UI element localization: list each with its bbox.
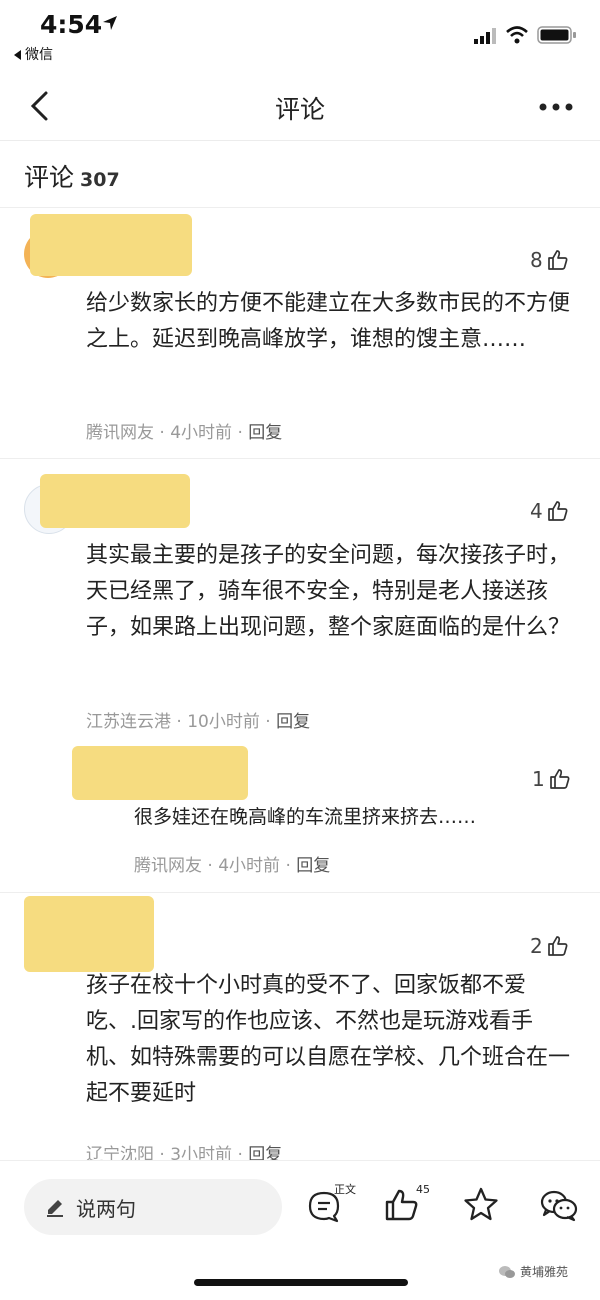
article-label: 正文 [334, 1183, 356, 1196]
reply-location: 腾讯网友 [134, 856, 202, 876]
comment-input[interactable]: 说两句 [24, 1179, 282, 1235]
thumbs-up-icon [547, 250, 568, 270]
signal-icon [474, 28, 496, 44]
like-count: 8 [530, 248, 543, 272]
more-icon[interactable] [538, 102, 574, 112]
comment-text: 孩子在校十个小时真的受不了、回家饭都不爱吃、.回家写的作也应该、不然也是玩游戏看… [86, 973, 571, 1106]
page-title: 评论 [274, 95, 325, 124]
comment-time: 10小时前 [187, 712, 260, 732]
reply-text: 很多娃还在晚高峰的车流里挤来挤去…… [134, 806, 477, 828]
divider [0, 458, 600, 459]
share-icon[interactable] [534, 1179, 584, 1229]
reply-button[interactable]: 回复 [248, 423, 282, 443]
reply-meta: 腾讯网友 · 4小时前 · 回复 [134, 851, 330, 876]
comment-time: 4小时前 [170, 423, 233, 443]
like-button[interactable]: 4 [530, 496, 570, 526]
comment-meta: 腾讯网友 · 4小时前 · 回复 [86, 418, 282, 443]
comment-text: 其实最主要的是孩子的安全问题，每次接孩子时，天已经黑了，骑车很不安全，特别是老人… [86, 543, 571, 640]
back-to-app[interactable]: 微信 [14, 44, 53, 64]
bottom-toolbar: 说两句 正文 45 黄埔雅苑 [0, 1160, 600, 1300]
meta-separator: · [202, 856, 219, 876]
reply-time: 4小时前 [218, 856, 281, 876]
location-arrow-icon [103, 16, 117, 30]
divider [0, 892, 600, 893]
comment-text: 给少数家长的方便不能建立在大多数市民的不方便之上。延迟到晚高峰放学，谁想的馊主意… [86, 291, 571, 352]
like-count: 2 [530, 934, 543, 958]
watermark: 黄埔雅苑 [498, 1263, 568, 1280]
redacted-username [72, 746, 248, 800]
comments-header: 评论 307 [24, 158, 120, 192]
reply-button[interactable]: 回复 [296, 856, 330, 876]
status-bar: 4:54 微信 [0, 0, 600, 70]
battery-icon [537, 26, 576, 44]
divider [0, 207, 600, 208]
pen-icon [47, 1200, 63, 1217]
star-icon[interactable] [456, 1179, 506, 1229]
comment-input-label: 说两句 [76, 1197, 136, 1221]
redacted-username [24, 896, 154, 972]
meta-separator: · [154, 423, 171, 443]
home-indicator[interactable] [194, 1279, 408, 1286]
clock: 4:54 [40, 10, 103, 39]
reply-button[interactable]: 回复 [276, 712, 310, 732]
redacted-username [40, 474, 190, 528]
comment-location: 江苏连云港 [86, 712, 171, 732]
meta-separator: · [259, 712, 277, 732]
thumbs-up-icon [547, 936, 568, 956]
redacted-username [30, 214, 192, 276]
comment-meta: 江苏连云港 · 10小时前 · 回复 [86, 707, 310, 732]
like-count: 4 [530, 499, 543, 523]
comments-count: 307 [80, 169, 120, 191]
like-button[interactable]: 2 [530, 931, 570, 961]
wifi-icon [506, 26, 528, 44]
comment-location: 腾讯网友 [86, 423, 154, 443]
back-app-label: 微信 [25, 47, 53, 63]
like-count: 1 [532, 767, 545, 791]
like-count: 45 [416, 1183, 430, 1196]
nav-bar: 评论 [0, 72, 600, 141]
thumbs-up-icon [547, 501, 568, 521]
meta-separator: · [232, 423, 249, 443]
watermark-text: 黄埔雅苑 [520, 1265, 569, 1279]
wechat-logo-icon [499, 1265, 515, 1278]
meta-separator: · [171, 712, 188, 732]
like-button[interactable]: 1 [532, 764, 572, 794]
meta-separator: · [280, 856, 297, 876]
thumbs-up-icon [549, 769, 570, 789]
back-triangle-icon [14, 50, 21, 60]
comments-title: 评论 [24, 163, 75, 192]
like-button[interactable]: 8 [530, 245, 570, 275]
